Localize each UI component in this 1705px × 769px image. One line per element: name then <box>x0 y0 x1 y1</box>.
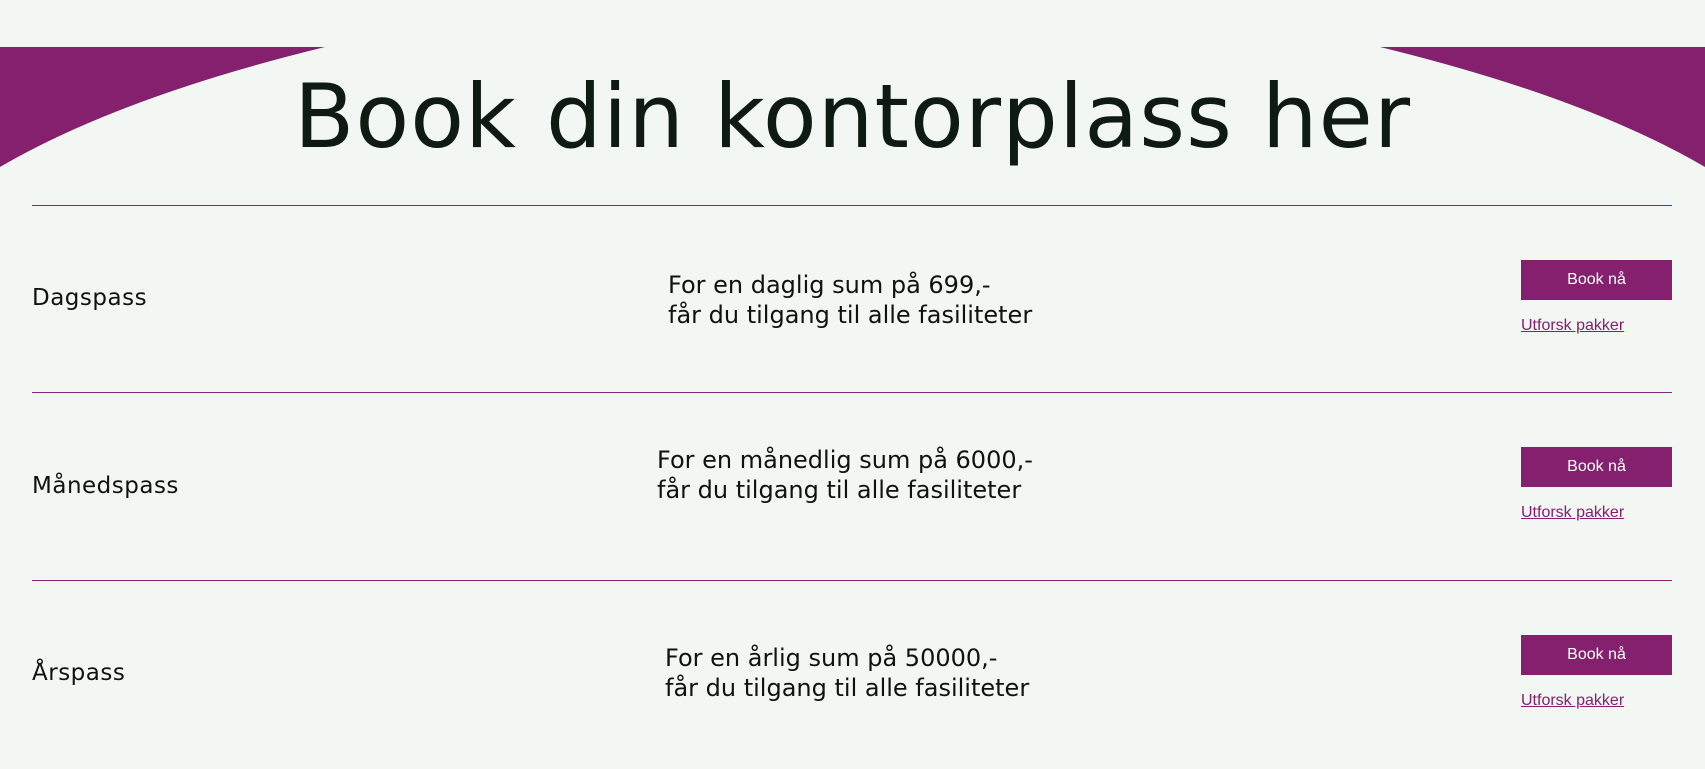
pass-description-line: får du tilgang til alle fasiliteter <box>668 301 1033 329</box>
explore-packages-link[interactable]: Utforsk pakker <box>1521 317 1624 335</box>
book-now-button[interactable]: Book nå <box>1521 260 1672 300</box>
pass-name: Årspass <box>32 660 126 686</box>
pass-name: Månedspass <box>32 473 179 499</box>
pass-row-manedspass: Månedspass For en månedlig sum på 6000,-… <box>0 393 1705 581</box>
explore-packages-link[interactable]: Utforsk pakker <box>1521 692 1624 710</box>
page-title: Book din kontorplass her <box>294 65 1411 168</box>
pass-row-dagspass: Dagspass For en daglig sum på 699,- får … <box>0 206 1705 394</box>
pass-description: For en årlig sum på 50000,- får du tilga… <box>665 643 1029 703</box>
pass-description: For en daglig sum på 699,- får du tilgan… <box>668 270 1032 330</box>
pass-description-line: For en årlig sum på 50000,- <box>665 644 998 672</box>
pass-description-line: For en daglig sum på 699,- <box>668 271 991 299</box>
book-now-button[interactable]: Book nå <box>1521 635 1672 675</box>
pass-description-line: får du tilgang til alle fasiliteter <box>665 674 1030 702</box>
pass-description-line: For en månedlig sum på 6000,- <box>657 446 1033 474</box>
explore-packages-link[interactable]: Utforsk pakker <box>1521 504 1624 522</box>
pass-name: Dagspass <box>32 285 148 311</box>
book-now-button[interactable]: Book nå <box>1521 447 1672 487</box>
pass-row-arspass: Årspass For en årlig sum på 50000,- får … <box>0 581 1705 769</box>
pass-description-line: får du tilgang til alle fasiliteter <box>657 476 1022 504</box>
pass-description: For en månedlig sum på 6000,- får du til… <box>657 445 1033 505</box>
